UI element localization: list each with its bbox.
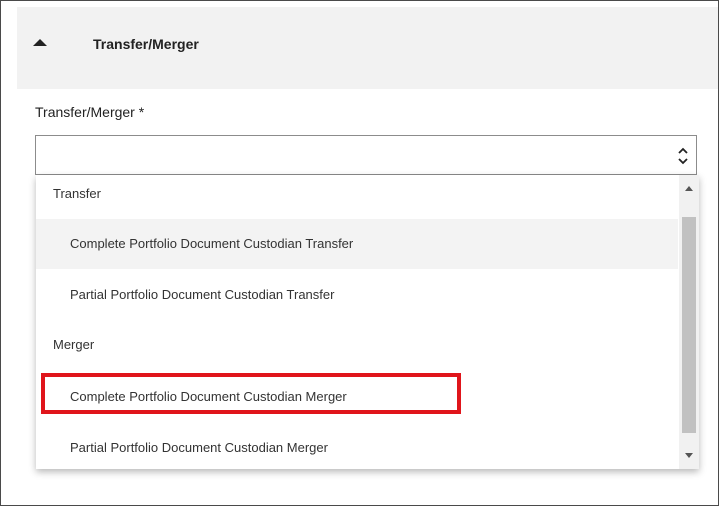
field-label: Transfer/Merger *: [35, 104, 145, 120]
scroll-thumb[interactable]: [682, 217, 696, 433]
scroll-up-arrow-icon[interactable]: [679, 179, 699, 199]
chevron-up-icon[interactable]: [33, 39, 47, 46]
window-frame: Transfer/Merger Transfer/Merger * Transf…: [0, 0, 719, 506]
group-label-merger: Merger: [53, 337, 95, 352]
option-partial-transfer[interactable]: Partial Portfolio Document Custodian Tra…: [36, 270, 678, 320]
transfer-merger-select[interactable]: [35, 135, 697, 175]
up-down-chevron-icon: [678, 147, 688, 165]
dropdown-scrollbar[interactable]: [679, 175, 699, 469]
highlight-annotation: [41, 373, 461, 414]
section-title: Transfer/Merger: [93, 36, 199, 52]
option-complete-transfer[interactable]: Complete Portfolio Document Custodian Tr…: [36, 219, 678, 269]
scroll-down-arrow-icon[interactable]: [679, 445, 699, 465]
dropdown-listbox[interactable]: Transfer Complete Portfolio Document Cus…: [36, 175, 699, 469]
option-partial-merger[interactable]: Partial Portfolio Document Custodian Mer…: [36, 423, 678, 469]
group-label-transfer: Transfer: [53, 186, 101, 201]
